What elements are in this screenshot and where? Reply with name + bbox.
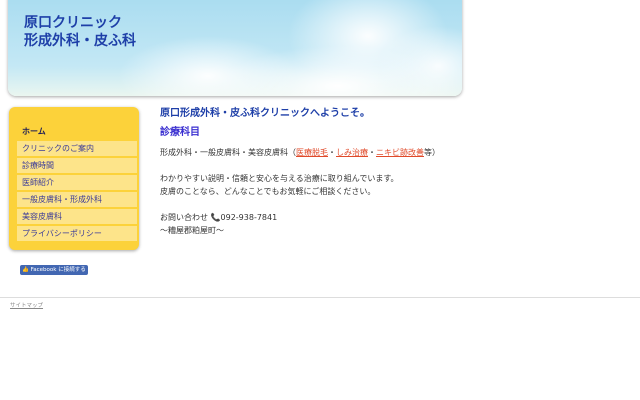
link-spot-treatment[interactable]: しみ治療 bbox=[336, 148, 368, 157]
section-title: 診療科目 bbox=[160, 127, 200, 138]
contact-label: お問い合わせ bbox=[160, 213, 208, 222]
intro-line2: 皮膚のことなら、どんなことでもお気軽にご相談ください。 bbox=[160, 187, 376, 196]
footer-divider bbox=[0, 297, 640, 298]
sidebar-nav: ホーム クリニックのご案内 診療時間 医師紹介 一般皮膚科・形成外科 美容皮膚科… bbox=[9, 107, 139, 250]
facebook-label: Facebook に接続する bbox=[30, 267, 86, 273]
sidebar-item-doctor[interactable]: 医師紹介 bbox=[17, 175, 137, 190]
location-text: 〜糟屋郡粕屋町〜 bbox=[160, 226, 224, 235]
logo-line2: 形成外科・皮ふ科 bbox=[24, 33, 136, 49]
sidebar-item-hours[interactable]: 診療時間 bbox=[17, 158, 137, 173]
sidebar-item-clinic-info[interactable]: クリニックのご案内 bbox=[17, 141, 137, 156]
departments-suffix: 等） bbox=[424, 148, 440, 157]
sitemap-link[interactable]: サイトマップ bbox=[10, 301, 43, 309]
departments-text: 形成外科・一般皮膚科・美容皮膚科（医療脱毛・しみ治療・ニキビ跡改善等） bbox=[160, 146, 440, 159]
contact-line: お問い合わせ 📞092-938-7841 bbox=[160, 211, 440, 224]
phone-number[interactable]: 092-938-7841 bbox=[221, 213, 278, 222]
logo-line1: 原口クリニック bbox=[24, 15, 122, 31]
main-content: 原口形成外科・皮ふ科クリニックへようこそ。 診療科目 形成外科・一般皮膚科・美容… bbox=[160, 107, 440, 237]
separator: ・ bbox=[328, 148, 336, 157]
sidebar-item-privacy[interactable]: プライバシーポリシー bbox=[17, 226, 137, 241]
welcome-heading: 原口形成外科・皮ふ科クリニックへようこそ。 bbox=[160, 108, 370, 119]
sidebar-item-general-dermatology[interactable]: 一般皮膚科・形成外科 bbox=[17, 192, 137, 207]
facebook-connect-button[interactable]: 👍 Facebook に接続する bbox=[20, 265, 88, 275]
departments-prefix: 形成外科・一般皮膚科・美容皮膚科（ bbox=[160, 148, 296, 157]
clinic-logo[interactable]: 原口クリニック 形成外科・皮ふ科 bbox=[24, 14, 136, 50]
sidebar-item-cosmetic-dermatology[interactable]: 美容皮膚科 bbox=[17, 209, 137, 224]
phone-icon: 📞 bbox=[210, 213, 221, 222]
separator: ・ bbox=[368, 148, 376, 157]
link-hair-removal[interactable]: 医療脱毛 bbox=[296, 148, 328, 157]
header-banner: 原口クリニック 形成外科・皮ふ科 bbox=[8, 0, 462, 96]
link-acne-scar[interactable]: ニキビ跡改善 bbox=[376, 148, 424, 157]
intro-line1: わかりやすい説明・信頼と安心を与える治療に取り組んでいます。 bbox=[160, 174, 399, 183]
sidebar-item-home[interactable]: ホーム bbox=[17, 124, 137, 139]
thumbs-up-icon: 👍 bbox=[22, 267, 29, 273]
